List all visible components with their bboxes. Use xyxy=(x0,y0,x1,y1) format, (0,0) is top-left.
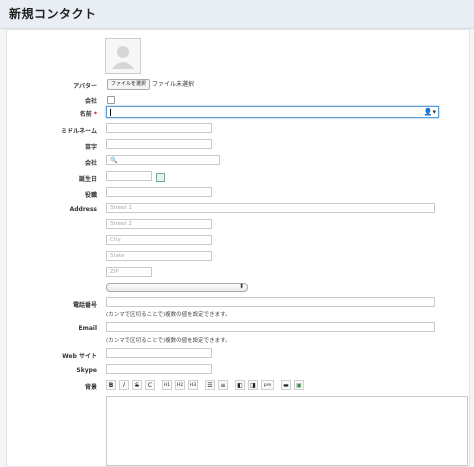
skype-input[interactable] xyxy=(106,364,212,374)
italic-button[interactable]: I xyxy=(119,380,129,390)
skype-label: Skype xyxy=(76,367,97,374)
name-label: 名前 * xyxy=(80,109,97,118)
required-mark: * xyxy=(93,111,97,118)
company-checkbox[interactable] xyxy=(107,96,115,104)
numbered-list-icon[interactable]: ≡ xyxy=(218,380,228,390)
select-arrows-icon: ⬍ xyxy=(238,283,244,290)
phone-label: 電話番号 xyxy=(72,302,97,309)
city-input[interactable]: City xyxy=(106,235,212,245)
birthday-label: 誕生日 xyxy=(78,176,97,183)
calendar-icon[interactable] xyxy=(156,173,165,182)
avatar-placeholder xyxy=(105,38,141,74)
person-silhouette-icon xyxy=(112,46,134,69)
search-icon: 🔍 xyxy=(110,157,118,164)
contact-form-panel: アバター ファイルを選択 ファイル未選択 会社 名前 * 👤▾ ミドルネーム 苗… xyxy=(6,29,470,467)
preformatted-button[interactable]: pre xyxy=(261,380,274,390)
code-button[interactable]: C xyxy=(145,380,155,390)
company-label: 会社 xyxy=(84,160,97,167)
page-header: 新規コンタクト xyxy=(0,0,474,29)
phone-input[interactable] xyxy=(106,297,435,307)
last-name-input[interactable] xyxy=(106,139,212,149)
bullet-list-icon[interactable]: ☰ xyxy=(205,380,215,390)
choose-file-button[interactable]: ファイルを選択 xyxy=(107,79,151,90)
indent-icon[interactable]: ◨ xyxy=(248,380,258,390)
last-name-label: 苗字 xyxy=(84,144,97,151)
background-textarea[interactable] xyxy=(106,396,468,466)
job-title-label: 役職 xyxy=(84,192,97,199)
email-label: Email xyxy=(78,325,97,332)
street2-input[interactable]: Street 2 xyxy=(106,219,212,229)
bold-button[interactable]: B xyxy=(106,380,116,390)
middle-name-label: ミドルネーム xyxy=(61,128,97,135)
name-label-text: 名前 xyxy=(79,111,92,118)
link-icon[interactable]: ▣ xyxy=(294,380,304,390)
heading3-button[interactable]: H3 xyxy=(188,380,198,390)
website-label: Web サイト xyxy=(62,353,97,360)
phone-hint: (カンマで区切ることで)複数の値を設定できます。 xyxy=(106,312,231,318)
text-caret xyxy=(110,109,111,116)
job-title-input[interactable] xyxy=(106,187,212,197)
image-icon[interactable]: ▬ xyxy=(281,380,291,390)
state-input[interactable]: State xyxy=(106,251,212,261)
company-search-input[interactable]: 🔍 xyxy=(106,155,220,165)
middle-name-input[interactable] xyxy=(106,123,212,133)
background-label: 背景 xyxy=(84,384,97,391)
country-select[interactable]: ⬍ xyxy=(106,283,248,292)
street1-input[interactable]: Street 1 xyxy=(106,203,435,213)
outdent-icon[interactable]: ◧ xyxy=(235,380,245,390)
zip-input[interactable]: ZIP xyxy=(106,267,152,277)
contact-picker-icon[interactable]: 👤▾ xyxy=(424,108,436,116)
avatar-label: アバター xyxy=(73,83,97,90)
name-input[interactable]: 👤▾ xyxy=(106,106,439,118)
company-flag-label: 会社 xyxy=(84,98,97,105)
email-input[interactable] xyxy=(106,322,435,332)
birthday-input[interactable] xyxy=(106,171,152,181)
heading1-button[interactable]: H1 xyxy=(162,380,172,390)
file-status-text: ファイル未選択 xyxy=(152,81,195,88)
strikethrough-button[interactable]: S xyxy=(132,380,142,390)
heading2-button[interactable]: H2 xyxy=(175,380,185,390)
page-title: 新規コンタクト xyxy=(9,7,97,21)
website-input[interactable] xyxy=(106,348,212,358)
email-hint: (カンマで区切ることで)複数の値を設定できます。 xyxy=(106,338,231,344)
address-label: Address xyxy=(69,206,97,213)
